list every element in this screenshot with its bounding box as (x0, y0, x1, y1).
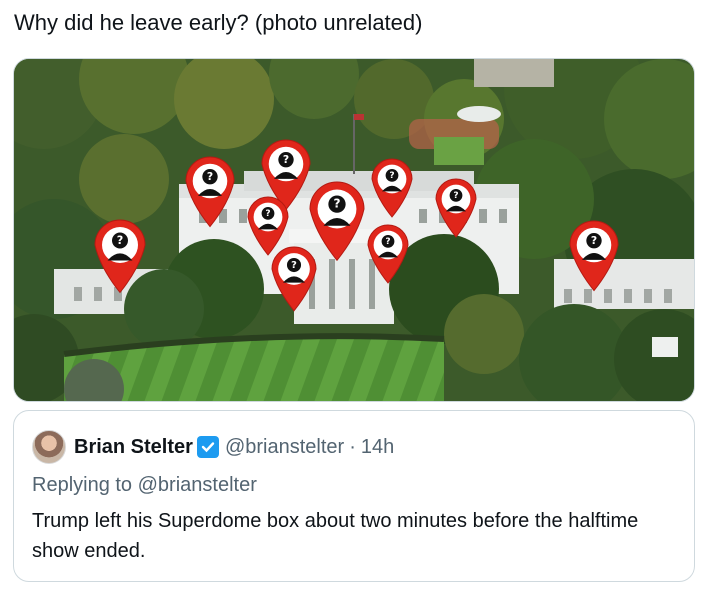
question-mark-glyph: ? (117, 234, 124, 247)
separator-dot: · (349, 435, 356, 458)
quoted-tweet[interactable]: Brian Stelter @brianstelter · 14h Replyi… (13, 410, 695, 582)
question-mark-glyph: ? (291, 260, 297, 271)
question-mark-glyph: ? (207, 170, 213, 183)
white-house-aerial-photo: ?????????? (14, 59, 694, 401)
question-mark-glyph: ? (385, 237, 390, 247)
tweet-text: Why did he leave early? (photo unrelated… (14, 10, 423, 35)
quoted-tweet-header: Brian Stelter @brianstelter · 14h (32, 429, 394, 465)
building-far (474, 59, 554, 87)
replying-to-line: Replying to @brianstelter (32, 474, 257, 496)
tweet-photo[interactable]: ?????????? (13, 58, 695, 402)
author-avatar[interactable] (32, 430, 66, 464)
author-handle[interactable]: @brianstelter (225, 436, 344, 459)
verified-badge-icon (196, 436, 219, 458)
author-name[interactable]: Brian Stelter (74, 436, 193, 459)
tweet-timestamp[interactable]: 14h (361, 436, 394, 459)
question-mark-glyph: ? (591, 234, 597, 247)
question-mark-glyph: ? (453, 191, 458, 201)
question-mark-glyph: ? (265, 209, 270, 219)
question-mark-glyph: ? (389, 171, 394, 181)
question-mark-glyph: ? (283, 153, 289, 166)
quoted-tweet-body: Trump left his Superdome box about two m… (32, 510, 639, 562)
question-mark-glyph: ? (333, 197, 340, 211)
